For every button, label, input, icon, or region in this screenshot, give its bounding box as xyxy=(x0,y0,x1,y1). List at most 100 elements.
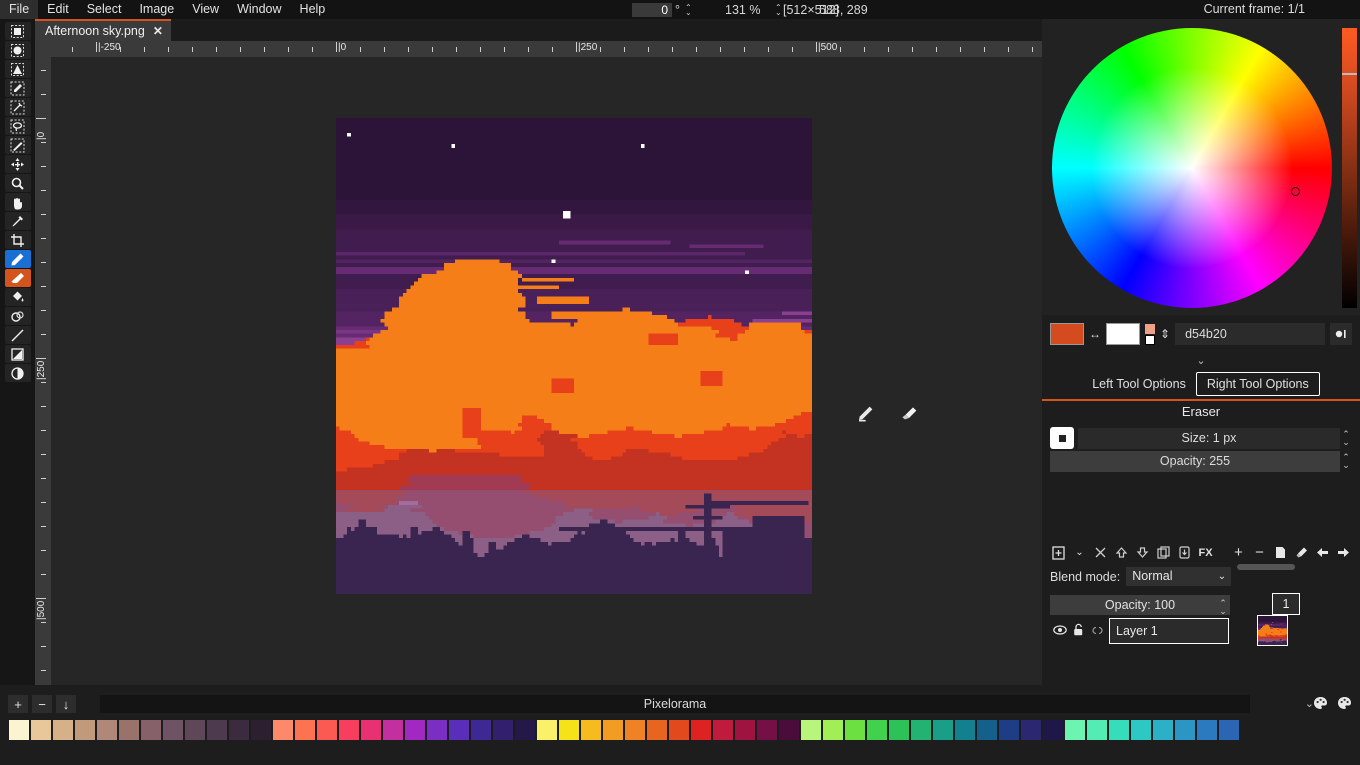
tab-left-tool-options[interactable]: Left Tool Options xyxy=(1082,373,1196,395)
palette-swatch[interactable] xyxy=(141,720,161,740)
magic-wand-tool[interactable] xyxy=(5,98,31,116)
merge-down-icon[interactable] xyxy=(1176,544,1193,561)
palette-swatch[interactable] xyxy=(1043,720,1063,740)
palette-swatch[interactable] xyxy=(1219,720,1239,740)
palette-swatch[interactable] xyxy=(427,720,447,740)
hex-color-input[interactable]: d54b20 xyxy=(1175,323,1325,345)
zoom-level[interactable]: 131 % xyxy=(725,0,760,19)
palette-swatch[interactable] xyxy=(1175,720,1195,740)
color-wheel[interactable] xyxy=(1052,28,1332,308)
palette-swatch[interactable] xyxy=(1131,720,1151,740)
primary-color-swatch[interactable] xyxy=(1050,323,1084,345)
palette-swatch[interactable] xyxy=(581,720,601,740)
palette-swatch[interactable] xyxy=(911,720,931,740)
eraser-tool[interactable] xyxy=(5,269,31,287)
chevron-down-icon[interactable]: ⌄ xyxy=(1071,544,1088,561)
swap-colors-icon[interactable]: ↔ xyxy=(1089,327,1101,341)
palette-swatch[interactable] xyxy=(889,720,909,740)
add-palette-button[interactable]: + xyxy=(8,695,28,713)
artwork-canvas[interactable] xyxy=(336,118,812,594)
palette-swatch[interactable] xyxy=(185,720,205,740)
document-tab[interactable]: Afternoon sky.png ✕ xyxy=(35,19,171,41)
fx-icon[interactable]: FX xyxy=(1197,544,1214,561)
palette-swatch[interactable] xyxy=(361,720,381,740)
palette-swatch[interactable] xyxy=(537,720,557,740)
shading-tool[interactable] xyxy=(5,307,31,325)
move-frame-left-icon[interactable] xyxy=(1314,544,1331,561)
palette-swatch[interactable] xyxy=(977,720,997,740)
palette-settings-icon[interactable] xyxy=(1334,694,1354,712)
menu-window[interactable]: Window xyxy=(228,0,290,19)
palette-swatch[interactable] xyxy=(845,720,865,740)
frame-number-cell[interactable]: 1 xyxy=(1272,593,1300,615)
import-palette-button[interactable]: ↓ xyxy=(56,695,76,713)
pan-tool[interactable] xyxy=(5,193,31,211)
palette-swatch[interactable] xyxy=(559,720,579,740)
palette-swatch[interactable] xyxy=(273,720,293,740)
palette-swatch[interactable] xyxy=(229,720,249,740)
menu-help[interactable]: Help xyxy=(291,0,335,19)
palette-swatch[interactable] xyxy=(757,720,777,740)
palette-swatch[interactable] xyxy=(207,720,227,740)
color-wheel-cursor[interactable] xyxy=(1291,187,1300,196)
palette-swatch[interactable] xyxy=(31,720,51,740)
palette-edit-icon[interactable] xyxy=(1310,694,1330,712)
tab-right-tool-options[interactable]: Right Tool Options xyxy=(1196,372,1320,396)
value-slider-handle[interactable] xyxy=(1342,73,1357,75)
merge-layers-icon[interactable] xyxy=(1092,544,1109,561)
pencil-tool[interactable] xyxy=(5,250,31,268)
palette-swatch[interactable] xyxy=(97,720,117,740)
palette-swatch[interactable] xyxy=(603,720,623,740)
line-tool[interactable] xyxy=(5,326,31,344)
color-options-icon[interactable] xyxy=(1330,323,1352,345)
default-colors-icon[interactable] xyxy=(1145,324,1155,345)
move-layer-down-icon[interactable] xyxy=(1134,544,1151,561)
menu-image[interactable]: Image xyxy=(130,0,183,19)
unlock-icon[interactable] xyxy=(1073,623,1085,639)
rotation-control[interactable]: 0 ° ⌃⌄ xyxy=(632,0,692,19)
brush-size-slider[interactable]: Size: 1 px xyxy=(1078,428,1340,449)
palette-swatch[interactable] xyxy=(339,720,359,740)
move-tool[interactable] xyxy=(5,155,31,173)
palette-swatch[interactable] xyxy=(1087,720,1107,740)
palette-swatch[interactable] xyxy=(625,720,645,740)
palette-swatch[interactable] xyxy=(1109,720,1129,740)
move-frame-right-icon[interactable] xyxy=(1335,544,1352,561)
palette-swatch[interactable] xyxy=(119,720,139,740)
palette-swatch[interactable] xyxy=(9,720,29,740)
brush-shape-button[interactable] xyxy=(1050,427,1074,449)
palette-swatch[interactable] xyxy=(163,720,183,740)
palette-swatch[interactable] xyxy=(405,720,425,740)
menu-file[interactable]: File xyxy=(0,0,38,19)
secondary-color-swatch[interactable] xyxy=(1106,323,1140,345)
blend-mode-select[interactable]: Normal ⌄ xyxy=(1126,567,1231,586)
palette-swatch[interactable] xyxy=(867,720,887,740)
brush-opacity-stepper[interactable]: ⌃⌄ xyxy=(1340,453,1352,469)
palette-swatch[interactable] xyxy=(1153,720,1173,740)
color-picker-tool[interactable] xyxy=(5,212,31,230)
menu-view[interactable]: View xyxy=(183,0,228,19)
palette-swatch[interactable] xyxy=(669,720,689,740)
copy-frame-icon[interactable] xyxy=(1272,544,1289,561)
palette-swatch[interactable] xyxy=(1065,720,1085,740)
ellipse-shape-tool[interactable] xyxy=(5,364,31,382)
remove-palette-button[interactable]: − xyxy=(32,695,52,713)
ellipse-select-tool[interactable] xyxy=(5,41,31,59)
palette-swatch[interactable] xyxy=(471,720,491,740)
rotation-stepper[interactable]: ⌃⌄ xyxy=(685,5,692,15)
menu-select[interactable]: Select xyxy=(78,0,131,19)
vertical-ruler[interactable]: |0|250|500 xyxy=(35,57,51,685)
palette-swatch[interactable] xyxy=(53,720,73,740)
palette-swatch[interactable] xyxy=(1021,720,1041,740)
palette-swatch[interactable] xyxy=(383,720,403,740)
crop-tool[interactable] xyxy=(5,231,31,249)
layer-name-input[interactable]: Layer 1 xyxy=(1109,618,1229,644)
palette-swatch[interactable] xyxy=(317,720,337,740)
paint-select-tool[interactable] xyxy=(5,136,31,154)
layer-opacity-slider[interactable]: Opacity: 100 xyxy=(1050,595,1230,615)
palette-swatch[interactable] xyxy=(493,720,513,740)
palette-swatch[interactable] xyxy=(955,720,975,740)
rectangle-select-tool[interactable] xyxy=(5,22,31,40)
collapse-color-panel-icon[interactable]: ⌄ xyxy=(1042,351,1360,369)
palette-swatch[interactable] xyxy=(999,720,1019,740)
